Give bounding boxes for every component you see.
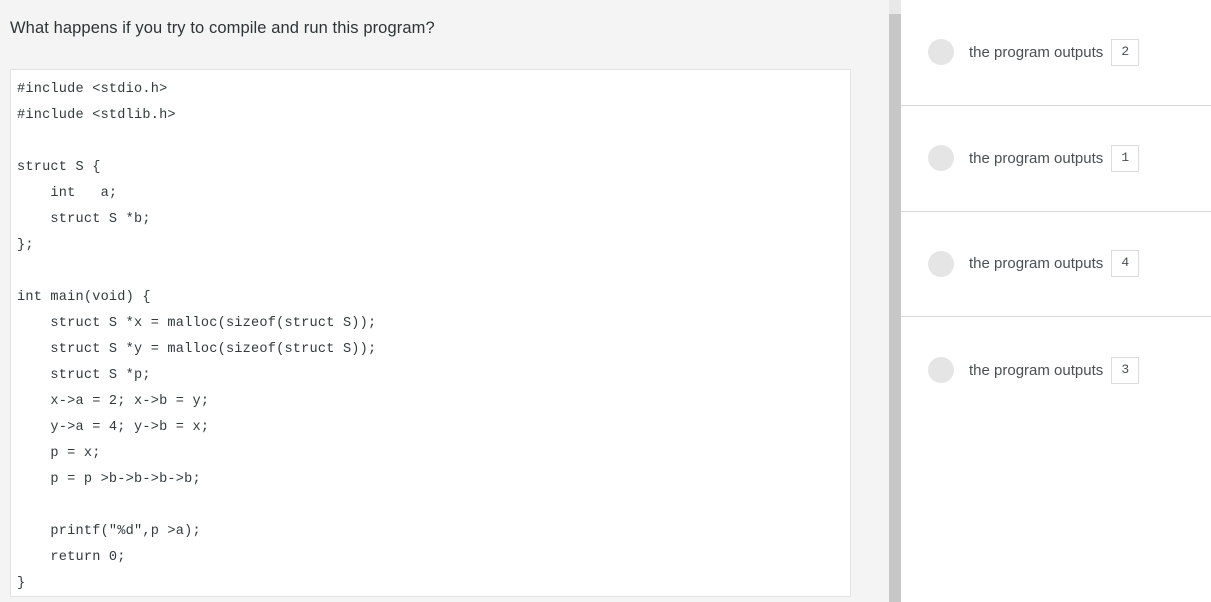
answer-option-label: the program outputs — [969, 255, 1104, 273]
radio-button-icon[interactable] — [928, 357, 954, 384]
answer-option-4[interactable]: the program outputs 3 — [901, 317, 1211, 424]
answer-option-value: 2 — [1111, 38, 1140, 66]
quiz-page: What happens if you try to compile and r… — [0, 0, 1211, 602]
answer-option-value: 4 — [1111, 250, 1140, 278]
scrollbar-thumb[interactable] — [889, 14, 901, 602]
answer-option-3[interactable]: the program outputs 4 — [901, 211, 1211, 318]
code-block: #include <stdio.h> #include <stdlib.h> s… — [10, 69, 851, 597]
answer-option-value: 3 — [1111, 356, 1140, 384]
question-pane: What happens if you try to compile and r… — [0, 0, 889, 602]
vertical-scrollbar[interactable] — [889, 0, 901, 602]
answer-option-value: 1 — [1111, 144, 1140, 172]
radio-button-icon[interactable] — [928, 39, 954, 66]
radio-button-icon[interactable] — [928, 250, 954, 277]
answer-option-label: the program outputs — [969, 361, 1104, 379]
answer-option-1[interactable]: the program outputs 2 — [901, 0, 1211, 106]
answer-option-2[interactable]: the program outputs 1 — [901, 105, 1211, 212]
answer-option-label: the program outputs — [969, 149, 1104, 167]
answer-options-list: the program outputs 2 the program output… — [901, 0, 1211, 602]
page-title: What happens if you try to compile and r… — [10, 19, 435, 37]
answer-option-label: the program outputs — [969, 43, 1104, 61]
radio-button-icon[interactable] — [928, 145, 954, 172]
source-code: #include <stdio.h> #include <stdlib.h> s… — [17, 82, 377, 591]
